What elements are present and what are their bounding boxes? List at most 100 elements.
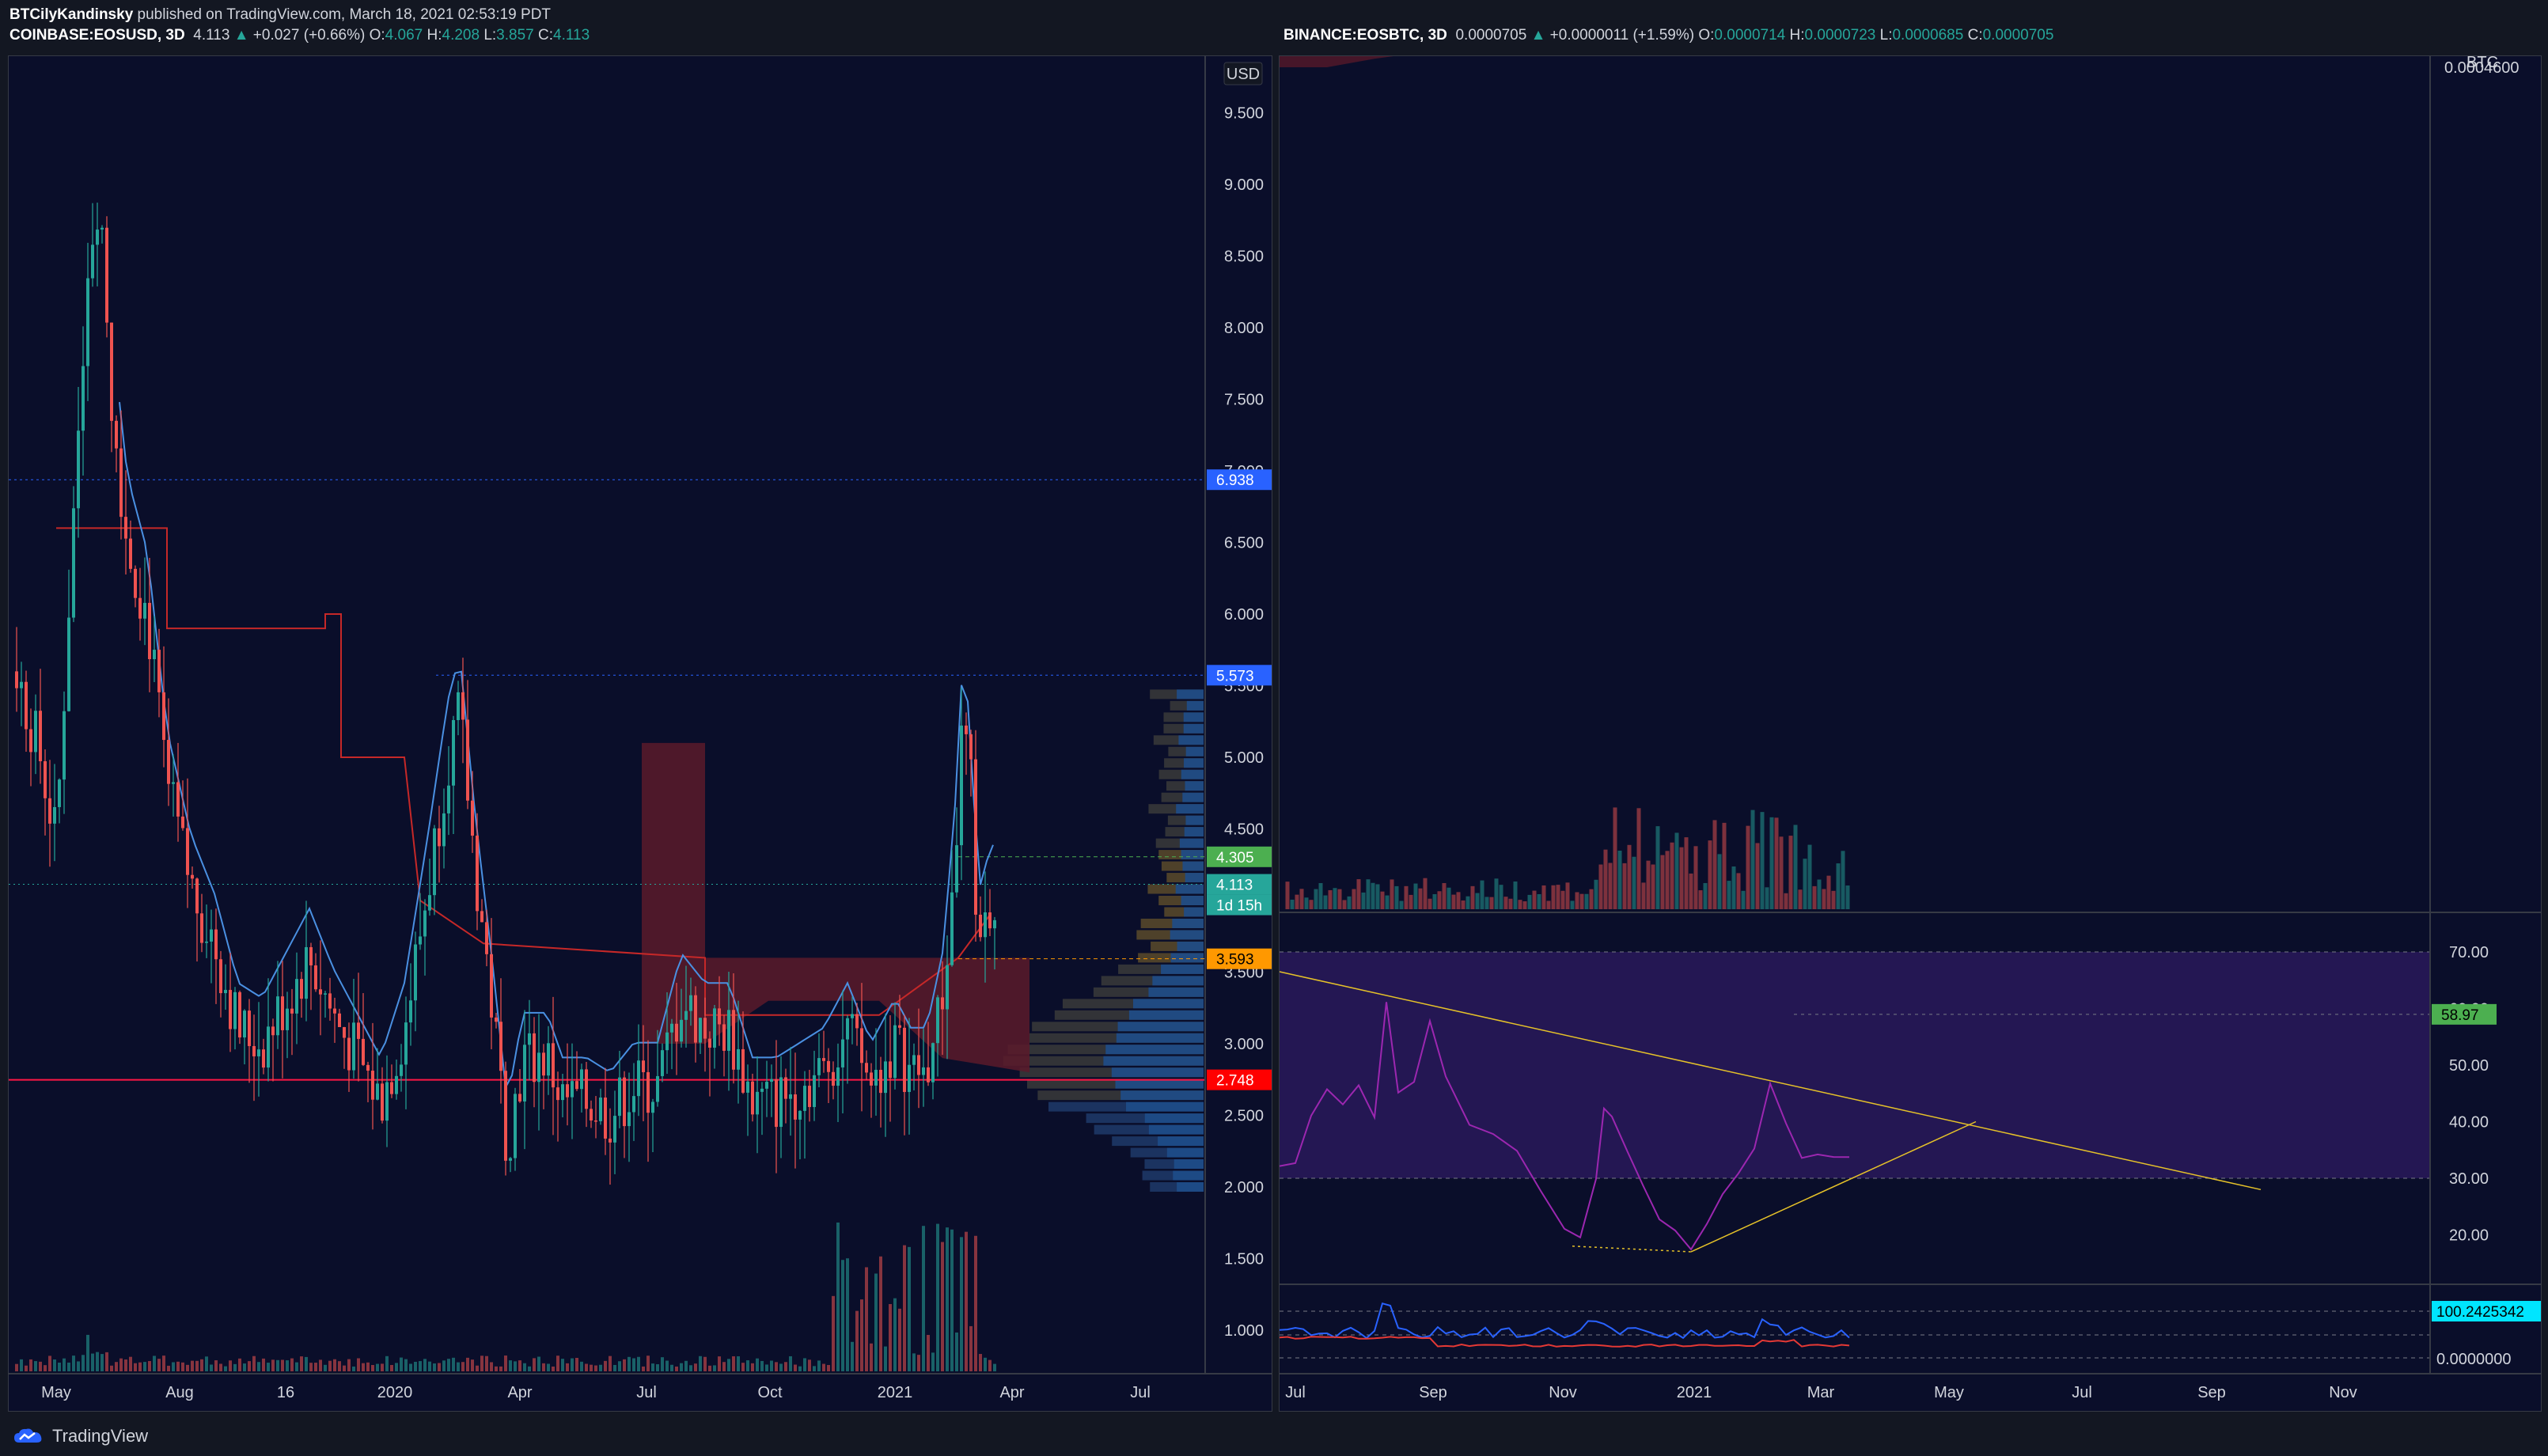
volume-bar <box>1299 889 1304 909</box>
candle-body <box>39 711 42 761</box>
volume-bar <box>1660 855 1665 909</box>
volume-bar <box>262 1358 265 1371</box>
volume-bar <box>908 1246 911 1371</box>
right-close: 0.0000705 <box>1982 27 2054 44</box>
candle-body <box>423 910 427 937</box>
volume-bar <box>319 1359 322 1371</box>
price-tick-label: 8.000 <box>1224 320 1264 337</box>
candle-body <box>72 508 75 618</box>
volume-profile <box>1003 689 1204 1192</box>
candle-body <box>917 1055 920 1075</box>
candle-body <box>324 993 327 995</box>
candle-body <box>433 828 436 896</box>
price-tag-label: 4.113 <box>1216 878 1253 894</box>
volume-profile-bar <box>1132 999 1204 1009</box>
left-chart-pane[interactable]: 9.5009.0008.5008.0007.5007.0006.5006.000… <box>8 55 1272 1412</box>
volume-profile-bar <box>1183 723 1204 734</box>
left-chart-canvas[interactable]: 9.5009.0008.5008.0007.5007.0006.5006.000… <box>9 56 1272 1411</box>
candle-body <box>67 617 70 711</box>
time-tick-label: Jul <box>2072 1384 2092 1401</box>
volume-bar <box>1608 863 1613 909</box>
time-tick-label: 2021 <box>878 1384 913 1401</box>
time-axis[interactable]: Jul Sep Nov 2021 Mar May Jul Sep Nov <box>1285 1384 2357 1401</box>
price-tick-label: 2.000 <box>1224 1179 1264 1196</box>
candle-body <box>290 1008 294 1014</box>
volume-bar <box>604 1360 607 1371</box>
volume-bars <box>1285 807 1850 909</box>
right-symbol[interactable]: BINANCE:EOSBTC, 3D <box>1283 27 1447 44</box>
candle-body <box>25 681 28 730</box>
up-arrow-icon: ▲ <box>1530 27 1546 44</box>
volume-bar <box>680 1363 683 1371</box>
rsi-panel[interactable]: 70.0060.0050.0040.0030.0020.0058.97 <box>1280 944 2497 1253</box>
volume-bar <box>25 1365 28 1371</box>
price-axis[interactable]: 9.5009.0008.5008.0007.5007.0006.5006.000… <box>1224 105 1264 1340</box>
volume-bar <box>1352 889 1356 909</box>
volume-profile-bar <box>1185 815 1204 825</box>
candle-body <box>988 912 992 929</box>
rsi-tick-label: 40.00 <box>2449 1114 2489 1132</box>
volume-profile-bar <box>1148 987 1204 997</box>
volume-bar <box>1285 882 1290 909</box>
volume-profile-bar <box>1172 918 1204 928</box>
candle-body <box>20 681 23 688</box>
author-name[interactable]: BTCilyKandinsky <box>9 6 133 23</box>
candle-body <box>172 782 175 784</box>
candle-body <box>77 430 80 509</box>
left-change: +0.027 (+0.66%) <box>252 27 366 44</box>
left-symbol[interactable]: COINBASE:EOSUSD, 3D <box>9 27 185 44</box>
right-high: 0.0000723 <box>1804 27 1876 44</box>
price-tick-label: 8.500 <box>1224 248 1264 266</box>
volume-bar <box>699 1356 702 1371</box>
cloud-logo-icon <box>14 1428 42 1443</box>
volume-bar <box>903 1245 906 1371</box>
candle-body <box>523 1045 526 1102</box>
volume-profile-bar <box>1184 907 1204 917</box>
volume-profile-bar <box>1111 1067 1204 1078</box>
volume-bar <box>419 1361 422 1371</box>
volume-bar <box>1290 899 1295 909</box>
volume-bar <box>1513 881 1518 909</box>
volume-bar <box>808 1359 811 1371</box>
volume-profile-bar <box>1152 976 1204 986</box>
volume-bar <box>803 1358 806 1371</box>
price-tag-label: 1d 15h <box>1216 898 1262 915</box>
right-chart-pane[interactable]: 70.0060.0050.0040.0030.0020.0058.97 100.… <box>1279 55 2542 1412</box>
volume-profile-bar <box>1185 781 1204 791</box>
volume-bar <box>343 1365 346 1371</box>
volume-bar <box>1409 894 1413 909</box>
volume-bar <box>495 1366 498 1371</box>
candle-body <box>746 1081 749 1093</box>
volume-bar <box>1518 900 1522 909</box>
price-tick-label: 6.500 <box>1224 535 1264 552</box>
volume-bar <box>480 1356 483 1371</box>
tradingview-logo[interactable]: TradingView <box>13 1426 148 1447</box>
volume-bar <box>1722 822 1727 909</box>
candle-body <box>936 997 939 1044</box>
time-tick-label: May <box>41 1384 71 1401</box>
currency-label[interactable]: BTC <box>2466 56 2498 71</box>
candle-body <box>210 929 213 942</box>
candle-body <box>756 1091 759 1115</box>
candle-body <box>238 992 241 1038</box>
oscillator-panel[interactable]: 100.2425342 0.0000000 <box>1280 1301 2541 1368</box>
candle-body <box>366 1064 370 1071</box>
volume-bar <box>1822 889 1826 909</box>
volume-profile-bar <box>1181 850 1204 860</box>
candle-body <box>115 420 118 449</box>
price-tick-label: 9.500 <box>1224 105 1264 123</box>
volume-bar <box>561 1359 564 1371</box>
rsi-band <box>1280 952 2430 1178</box>
volume-bar <box>72 1356 75 1371</box>
volume-bar <box>841 1260 844 1371</box>
volume-bar <box>1494 878 1499 909</box>
candle-body <box>984 912 987 938</box>
volume-bar <box>931 1352 935 1371</box>
volume-bar <box>832 1295 835 1371</box>
volume-bar <box>1556 885 1560 909</box>
volume-bar <box>950 1229 954 1371</box>
volume-bar <box>457 1362 460 1371</box>
time-axis[interactable]: May Aug 16 2020 Apr Jul Oct 2021 Apr Jul <box>41 1384 1151 1401</box>
volume-bar <box>1784 893 1788 909</box>
right-chart-canvas[interactable]: 70.0060.0050.0040.0030.0020.0058.97 100.… <box>1280 56 2541 1411</box>
